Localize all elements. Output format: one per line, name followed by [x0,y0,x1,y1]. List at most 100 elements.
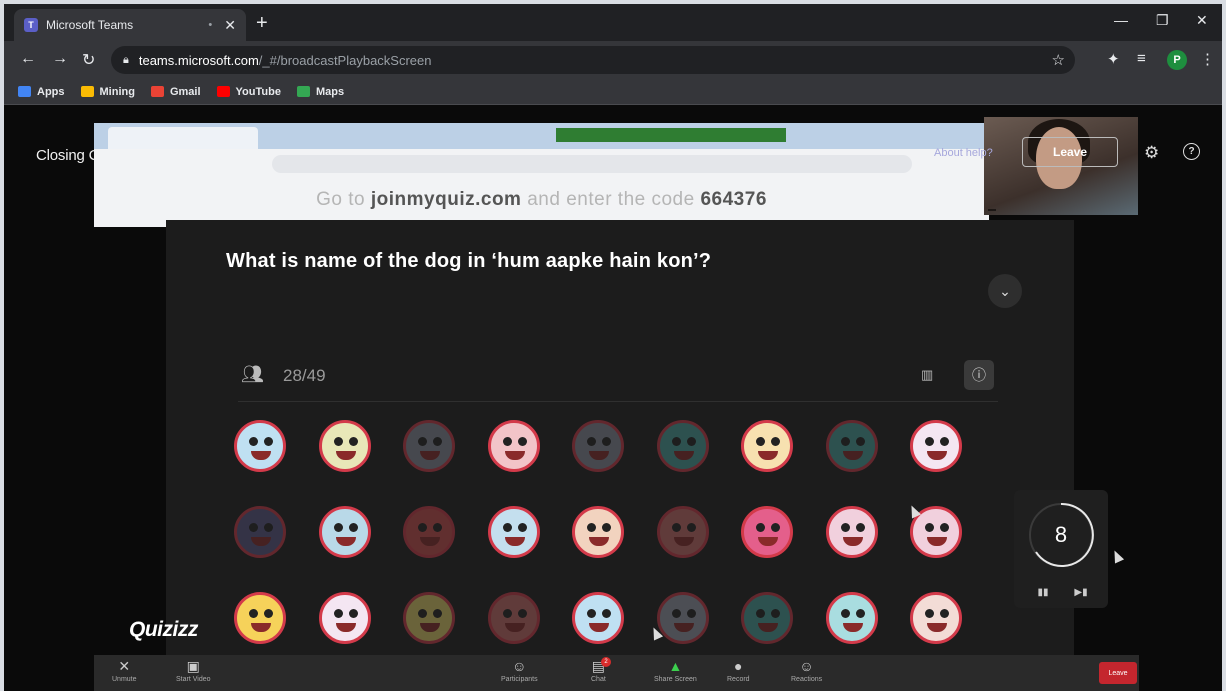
reload-icon[interactable]: ↻ [82,50,95,70]
control-label: Reactions [791,676,823,683]
avatar-feature [842,537,863,546]
help-icon[interactable]: ? [1183,143,1200,160]
avatar-feature [686,609,696,618]
control-label: Record [727,676,750,683]
shared-url-bar [272,155,912,173]
player-avatar [656,592,709,644]
new-tab-button[interactable]: + [256,12,268,35]
player-avatar [403,592,455,644]
bookmark-star-icon[interactable]: ☆ [1052,51,1065,69]
close-window-icon[interactable]: ✕ [1196,12,1208,29]
gear-icon[interactable]: ⚙ [1144,143,1159,163]
audio-icon: • [208,19,213,31]
avatar-feature [420,537,440,546]
leave-meeting-button[interactable]: Leave [1099,662,1137,684]
leave-button[interactable]: Leave [1022,137,1118,167]
bookmark-maps[interactable]: Maps [296,86,344,98]
address-bar[interactable]: 🔒︎ teams.microsoft.com /_#/broadcastPlay… [111,46,1075,74]
avatar-feature [842,623,863,632]
avatar-feature [927,537,947,546]
shared-tab-bar [94,123,989,149]
avatar-feature [840,437,850,446]
browser-window: T Microsoft Teams • ✕ + — ❐ ✕ ← → ↻ 🔒︎ t… [4,4,1222,691]
avatar-feature [335,537,356,546]
avatar-feature [602,437,611,446]
tab-strip: T Microsoft Teams • ✕ + — ❐ ✕ [4,4,1222,41]
avatar-feature [348,437,358,446]
avatar-feature [517,437,527,446]
bookmark-youtube[interactable]: YouTube [216,86,281,98]
forward-icon[interactable]: → [52,50,68,68]
avatar-feature [418,523,427,532]
reactions-button[interactable]: ☺ Reactions [791,658,822,683]
player-avatar [403,506,455,558]
avatar-feature [940,609,949,618]
bookmark-mining[interactable]: Mining [80,86,135,98]
avatar-feature [855,609,865,618]
bookmark-gmail[interactable]: Gmail [150,85,201,98]
chat-button[interactable]: ▤ 2 Chat [591,657,612,683]
chat-icon: ▤ 2 [592,657,612,676]
pause-icon[interactable]: ▮▮ [1030,583,1056,601]
avatar-feature [251,537,271,546]
participants-button[interactable]: ☺ Participants [501,658,538,683]
presenter-name-tag [988,209,996,211]
info-button[interactable]: ⓘ [964,360,994,390]
avatar-feature [771,437,780,446]
avatar-feature [671,437,681,446]
avatar-feature [264,609,273,618]
question-text: What is name of the dog in ‘hum aapke ha… [226,250,712,272]
share-screen-button[interactable]: ▲ Share Screen [654,658,697,683]
close-tab-icon[interactable]: ✕ [224,17,236,34]
avatar-feature [589,537,609,546]
avatar-feature [418,609,427,618]
avatar-feature [502,609,512,618]
bookmark-apps[interactable]: Apps [18,86,65,98]
control-label: Unmute [112,676,137,683]
avatar-feature [249,523,258,532]
restore-icon[interactable]: ❐ [1156,12,1169,29]
back-icon[interactable]: ← [20,50,36,68]
avatar-feature [840,523,850,532]
microphone-off-icon: ✕ [118,658,131,674]
bookmark-icon [18,86,31,97]
unmute-button[interactable]: ✕ Unmute [112,658,137,683]
player-avatar [234,592,286,644]
extensions-icon[interactable]: ✦ [1107,50,1120,68]
teams-meeting-stage: Closing Ceremony Go to joinmyquiz.com an… [4,105,1222,691]
avatar-feature [771,523,780,532]
tab-teams[interactable]: T Microsoft Teams • ✕ [14,9,246,41]
avatar-feature [673,537,694,546]
profile-avatar[interactable]: P [1167,50,1187,70]
chevron-down-icon[interactable]: ⌄ [988,274,1022,308]
bookmark-label: Gmail [169,85,201,98]
minimize-icon[interactable]: — [1114,12,1128,28]
join-site: joinmyquiz.com [370,189,522,210]
avatar-feature [249,437,258,446]
bookmark-icon [80,86,94,97]
record-button[interactable]: ● Record [727,658,750,683]
bar-chart-icon[interactable]: ▥ [921,367,933,383]
reading-list-icon[interactable]: ≡ [1137,50,1146,67]
about-link[interactable]: About help? [934,147,993,159]
avatar-feature [420,451,440,460]
player-avatar [487,506,540,558]
player-avatar [825,420,878,472]
control-label: Participants [501,676,538,683]
menu-icon[interactable]: ⋮ [1200,50,1215,68]
start-video-button[interactable]: ▣ Start Video [176,658,211,683]
avatar-feature [855,437,865,446]
avatar-feature [587,523,596,532]
bookmarks-bar: Apps Mining Gmail YouTube Maps [4,79,1222,105]
player-avatar [318,506,371,558]
avatar-feature [758,623,778,632]
avatar-feature [925,609,934,618]
bookmark-icon [150,86,164,97]
avatar-feature [771,609,780,618]
skip-icon[interactable]: ▶▮ [1068,583,1094,601]
avatar-feature [671,523,681,532]
quizizz-logo: Quizizz [129,618,198,641]
player-avatar [825,506,878,558]
avatar-feature [348,609,358,618]
player-avatar [656,506,709,558]
